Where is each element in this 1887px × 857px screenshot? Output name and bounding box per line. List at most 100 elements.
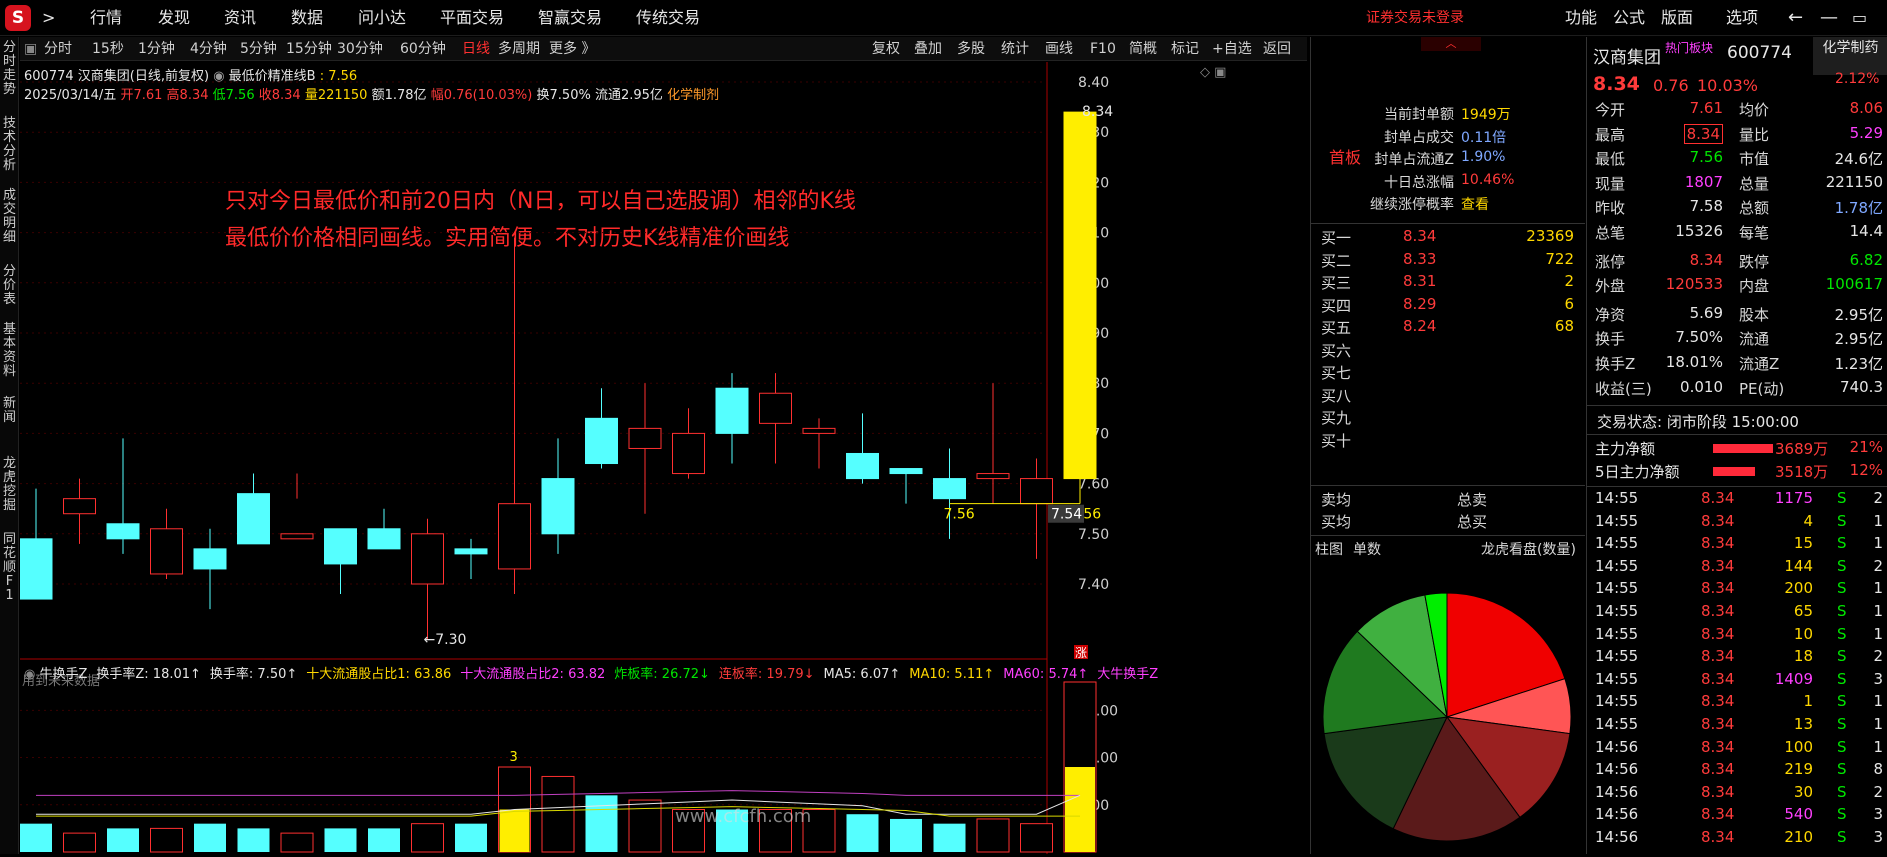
tick-count-9: 1 bbox=[1873, 692, 1883, 711]
period-tab-2[interactable]: 1分钟 bbox=[138, 37, 175, 61]
tick-volume-11: 100 bbox=[1784, 737, 1813, 756]
tick-volume-8: 1409 bbox=[1774, 669, 1813, 688]
tool-button-2[interactable]: 多股 bbox=[957, 37, 985, 61]
nav-item-8[interactable]: 传统交易 bbox=[636, 0, 700, 36]
tick-side-6: S bbox=[1837, 624, 1847, 643]
quote-label2-8: 股本 bbox=[1739, 305, 1770, 324]
turnover-bar bbox=[1065, 767, 1095, 852]
menu-item-1[interactable]: 公式 bbox=[1613, 0, 1645, 36]
flow-value-1: 3518万 bbox=[1775, 463, 1829, 481]
minimize-icon[interactable]: — bbox=[1820, 0, 1838, 36]
menu-item-2[interactable]: 版面 bbox=[1661, 0, 1693, 36]
total-label-0: 总卖 bbox=[1457, 491, 1488, 509]
tool-button-6[interactable]: 简概 bbox=[1129, 37, 1157, 61]
total-label-1: 总买 bbox=[1457, 513, 1488, 531]
period-tab-9[interactable]: 多周期 bbox=[498, 37, 540, 61]
quote-value-8: 5.69 bbox=[1689, 303, 1723, 322]
back-arrow-icon[interactable]: ← bbox=[1788, 0, 1803, 36]
nav-item-4[interactable]: 数据 bbox=[291, 0, 323, 36]
tick-price-13: 8.34 bbox=[1701, 782, 1735, 801]
left-tab-5[interactable]: 新闻 bbox=[1, 397, 18, 425]
quote-value-3: 1807 bbox=[1684, 172, 1723, 191]
low-line-left-label: 7.56 bbox=[944, 507, 975, 523]
left-tab-2[interactable]: 成交明细 bbox=[1, 189, 18, 245]
menu-item-3[interactable]: 选项 bbox=[1726, 0, 1758, 36]
flow-pct-1: 12% bbox=[1849, 461, 1883, 479]
left-tab-0[interactable]: 分时走势 bbox=[1, 41, 18, 97]
tick-count-5: 1 bbox=[1873, 602, 1883, 620]
nav-item-3[interactable]: 资讯 bbox=[224, 0, 256, 36]
candle-body bbox=[1063, 111, 1097, 480]
stat-label-4: 继续涨停概率 bbox=[1370, 197, 1454, 213]
turnover-bar bbox=[368, 828, 400, 852]
sep bbox=[1587, 486, 1887, 487]
left-tab-7[interactable]: 同花顺F1 bbox=[1, 533, 18, 603]
tool-button-9[interactable]: 返回 bbox=[1263, 37, 1291, 61]
pie-chart[interactable] bbox=[1311, 557, 1585, 857]
avg-label-0: 卖均 bbox=[1321, 491, 1352, 509]
period-tab-7[interactable]: 60分钟 bbox=[400, 37, 446, 61]
period-tab-8[interactable]: 日线 bbox=[462, 37, 490, 61]
quote-label2-4: 总额 bbox=[1739, 199, 1770, 218]
indicator-item-7: MA5: 6.07↑ bbox=[823, 667, 901, 682]
tool-button-1[interactable]: 叠加 bbox=[914, 37, 942, 61]
panel-toggle-icon[interactable]: ▣ bbox=[24, 37, 37, 61]
sector-button[interactable]: 化学制药 bbox=[1813, 37, 1887, 75]
nav-item-2[interactable]: 发现 bbox=[158, 0, 190, 36]
tool-button-4[interactable]: 画线 bbox=[1045, 37, 1073, 61]
tool-button-0[interactable]: 复权 bbox=[872, 37, 900, 61]
tool-button-5[interactable]: F10 bbox=[1090, 37, 1116, 61]
stat-value-4[interactable]: 查看 bbox=[1461, 194, 1489, 214]
quote-value2-11: 740.3 bbox=[1840, 377, 1883, 396]
left-tab-4[interactable]: 基本资料 bbox=[1, 323, 18, 379]
tool-button-3[interactable]: 统计 bbox=[1001, 37, 1029, 61]
app-logo-icon[interactable]: S bbox=[5, 5, 31, 31]
tool-button-7[interactable]: 标记 bbox=[1171, 37, 1199, 61]
tool-button-8[interactable]: +自选 bbox=[1212, 37, 1252, 61]
indicator-toggle-icon[interactable]: ◉ bbox=[24, 667, 39, 682]
indicator-item-10: 大牛换手Z bbox=[1097, 667, 1159, 682]
bid-label-6: 买七 bbox=[1321, 364, 1352, 382]
tick-time-10: 14:55 bbox=[1595, 715, 1639, 733]
candle-body bbox=[976, 473, 1010, 480]
nav-item-1[interactable]: 行情 bbox=[90, 0, 122, 36]
indicator-item-0[interactable]: 牛换手Z bbox=[39, 667, 87, 682]
candle-body bbox=[454, 548, 488, 555]
collapse-tab-icon[interactable]: ︿ bbox=[1421, 37, 1481, 51]
left-tab-3[interactable]: 分价表 bbox=[1, 265, 18, 307]
hot-tag[interactable]: 热门板块 bbox=[1665, 39, 1713, 56]
period-tab-3[interactable]: 4分钟 bbox=[190, 37, 227, 61]
tick-time-15: 14:56 bbox=[1595, 828, 1639, 846]
left-tab-6[interactable]: 龙虎挖掘 bbox=[1, 457, 18, 513]
orderbook-tab-2[interactable]: 龙虎看盘(数量) bbox=[1481, 539, 1576, 559]
period-tab-4[interactable]: 5分钟 bbox=[240, 37, 277, 61]
orderbook-tab-0[interactable]: 柱图 bbox=[1315, 539, 1343, 559]
tick-price-7: 8.34 bbox=[1701, 647, 1735, 666]
tick-price-11: 8.34 bbox=[1701, 737, 1735, 756]
nav-item-6[interactable]: 平面交易 bbox=[440, 0, 504, 36]
turnover-bar bbox=[194, 823, 226, 852]
period-tab-6[interactable]: 30分钟 bbox=[337, 37, 383, 61]
menu-item-0[interactable]: 功能 bbox=[1565, 0, 1597, 36]
sep bbox=[1587, 434, 1887, 435]
orderbook-tab-1[interactable]: 单数 bbox=[1353, 539, 1381, 559]
quote-value-7: 120533 bbox=[1665, 275, 1723, 294]
period-tab-1[interactable]: 15秒 bbox=[92, 37, 124, 61]
period-tab-10[interactable]: 更多 》 bbox=[549, 37, 595, 61]
tick-volume-0: 1175 bbox=[1774, 489, 1813, 507]
tick-side-7: S bbox=[1837, 647, 1847, 666]
flow-bar-0 bbox=[1713, 444, 1773, 453]
nav-item-0[interactable]: > bbox=[42, 0, 55, 36]
trade-login-status[interactable]: 证券交易未登录 bbox=[1366, 0, 1464, 36]
quote-label2-9: 流通 bbox=[1739, 330, 1770, 349]
period-tab-5[interactable]: 15分钟 bbox=[286, 37, 332, 61]
nav-item-7[interactable]: 智赢交易 bbox=[538, 0, 602, 36]
candle-body bbox=[280, 533, 314, 540]
turnover-bar bbox=[541, 775, 575, 853]
nav-item-5[interactable]: 问小达 bbox=[358, 0, 406, 36]
period-tab-0[interactable]: 分时 bbox=[44, 37, 72, 61]
kline-chart[interactable]: 8.408.308.208.108.007.907.807.707.607.50… bbox=[20, 62, 1307, 854]
left-tab-1[interactable]: 技术分析 bbox=[1, 117, 18, 173]
stat-value-3: 10.46% bbox=[1461, 171, 1515, 188]
window-icon[interactable]: ▭ bbox=[1852, 0, 1867, 36]
